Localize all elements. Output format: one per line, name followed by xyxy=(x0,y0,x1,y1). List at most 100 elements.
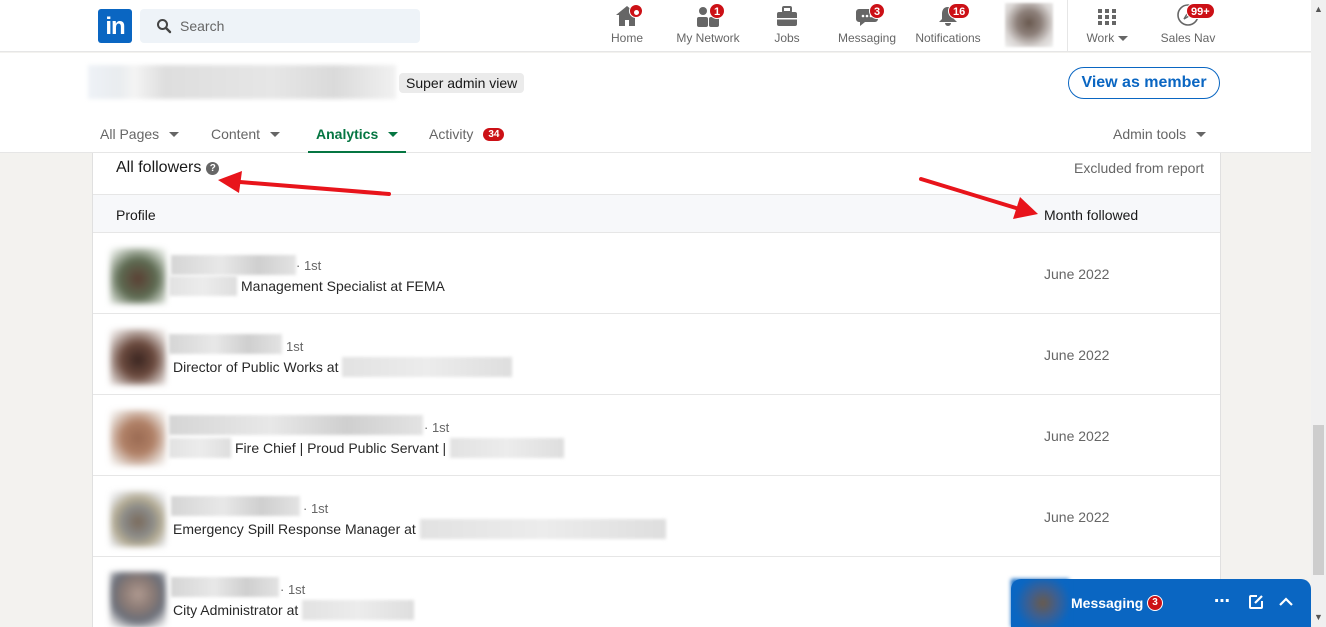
follower-name-redacted[interactable] xyxy=(171,577,279,597)
tab-label: All Pages xyxy=(100,126,160,142)
table-row[interactable]: 1st Director of Public Works at June 202… xyxy=(93,314,1220,395)
global-nav: in Search Home 1 My Network Jobs 3 Messa… xyxy=(0,0,1311,52)
nav-label: Home xyxy=(610,31,643,45)
nav-label: Notifications xyxy=(915,31,981,45)
grid-icon xyxy=(1096,5,1118,30)
messaging-avatar xyxy=(1011,579,1069,627)
scroll-down-arrow-icon[interactable]: ▼ xyxy=(1314,612,1323,622)
connection-degree: · 1st xyxy=(280,582,306,597)
follower-headline: Director of Public Works at xyxy=(173,357,513,377)
follower-name-redacted[interactable] xyxy=(169,415,423,435)
connection-degree: · 1st xyxy=(424,420,450,435)
chevron-up-icon[interactable] xyxy=(1278,594,1294,615)
admin-tools-label: Admin tools xyxy=(1113,126,1187,142)
search-icon xyxy=(156,18,172,39)
messaging-badge: 3 xyxy=(1147,595,1163,611)
nav-label: Messaging xyxy=(837,31,897,45)
help-icon[interactable]: ? xyxy=(206,161,220,175)
sales-nav-badge: 99+ xyxy=(1186,3,1215,19)
connection-degree: · 1st xyxy=(303,501,329,516)
follower-headline: City Administrator at xyxy=(173,600,415,620)
follower-name-redacted[interactable] xyxy=(171,496,300,516)
messaging-overlay[interactable]: Messaging 3 ⋯ xyxy=(1011,579,1311,627)
redacted-text xyxy=(450,438,565,458)
view-as-member-button[interactable]: View as member xyxy=(1068,67,1220,99)
follower-name-redacted[interactable] xyxy=(171,255,296,275)
table-header: Profile Month followed xyxy=(93,194,1220,233)
tab-label: Activity xyxy=(429,126,474,142)
avatar[interactable] xyxy=(110,329,166,385)
avatar[interactable] xyxy=(110,491,166,547)
month-followed: June 2022 xyxy=(1044,509,1110,525)
column-header-month-followed[interactable]: Month followed xyxy=(1044,207,1138,223)
connection-degree: 1st xyxy=(286,339,304,354)
follower-headline: Fire Chief | Proud Public Servant | xyxy=(169,438,565,458)
scroll-up-arrow-icon[interactable]: ▲ xyxy=(1314,4,1323,14)
nav-label: My Network xyxy=(676,31,740,45)
follower-name-redacted[interactable] xyxy=(169,334,282,354)
redacted-text xyxy=(342,357,513,377)
chevron-down-icon xyxy=(1117,36,1128,42)
nav-divider xyxy=(1067,0,1068,52)
table-row[interactable]: · 1st Fire Chief | Proud Public Servant … xyxy=(93,395,1220,476)
me-avatar[interactable] xyxy=(1005,3,1053,47)
nav-home[interactable]: Home xyxy=(603,0,651,52)
tab-label: Content xyxy=(211,126,261,142)
super-admin-badge: Super admin view xyxy=(399,73,525,93)
nav-label: Work xyxy=(1086,31,1115,45)
month-followed: June 2022 xyxy=(1044,347,1110,363)
chevron-down-icon xyxy=(1196,131,1207,137)
page-header: Super admin view View as member All Page… xyxy=(0,53,1311,153)
avatar[interactable] xyxy=(110,410,166,466)
network-badge: 1 xyxy=(709,3,726,19)
search-input[interactable]: Search xyxy=(140,9,420,43)
connection-degree: · 1st xyxy=(296,258,322,273)
organization-name-redacted xyxy=(88,65,396,99)
follower-headline: Management Specialist at FEMA xyxy=(169,276,445,296)
tab-all-pages[interactable]: All Pages xyxy=(100,117,180,151)
tab-activity[interactable]: Activity 34 xyxy=(429,117,505,151)
month-followed: June 2022 xyxy=(1044,428,1110,444)
briefcase-icon xyxy=(775,5,799,30)
activity-badge: 34 xyxy=(483,127,505,141)
admin-tools-dropdown[interactable]: Admin tools xyxy=(1113,117,1207,151)
nav-my-network[interactable]: 1 My Network xyxy=(672,0,744,52)
nav-work[interactable]: Work xyxy=(1080,0,1134,52)
nav-messaging[interactable]: 3 Messaging xyxy=(836,0,898,52)
scrollbar-thumb[interactable] xyxy=(1313,425,1324,575)
excluded-from-report-link[interactable]: Excluded from report xyxy=(1074,160,1204,176)
followers-card: All followers ? Excluded from report Pro… xyxy=(92,153,1221,627)
nav-label: Sales Nav xyxy=(1160,31,1216,45)
nav-notifications[interactable]: 16 Notifications xyxy=(913,0,983,52)
nav-sales-nav[interactable]: 99+ Sales Nav xyxy=(1158,0,1218,52)
more-options-icon[interactable]: ⋯ xyxy=(1214,591,1230,611)
avatar[interactable] xyxy=(110,572,166,627)
table-row[interactable]: · 1st Emergency Spill Response Manager a… xyxy=(93,476,1220,557)
column-header-profile: Profile xyxy=(116,207,156,223)
messaging-badge: 3 xyxy=(869,3,886,19)
nav-jobs[interactable]: Jobs xyxy=(764,0,810,52)
table-row[interactable]: · 1st Management Specialist at FEMA June… xyxy=(93,233,1220,314)
redacted-text xyxy=(302,600,415,620)
chevron-down-icon xyxy=(270,131,281,137)
chevron-down-icon xyxy=(388,131,399,137)
home-dot-badge xyxy=(629,4,643,18)
notifications-badge: 16 xyxy=(948,3,971,19)
redacted-text xyxy=(419,519,666,539)
linkedin-logo[interactable]: in xyxy=(98,9,132,43)
redacted-text xyxy=(169,438,231,458)
follower-headline: Emergency Spill Response Manager at xyxy=(173,519,666,539)
card-title: All followers xyxy=(116,159,202,176)
redacted-text xyxy=(169,276,237,296)
tab-analytics[interactable]: Analytics xyxy=(307,117,407,153)
tab-label: Analytics xyxy=(316,126,379,142)
nav-label: Jobs xyxy=(774,31,800,45)
chevron-down-icon xyxy=(169,131,180,137)
avatar[interactable] xyxy=(110,248,166,304)
tab-content[interactable]: Content xyxy=(211,117,281,151)
page-scrollbar[interactable]: ▲ ▼ xyxy=(1311,0,1326,627)
month-followed: June 2022 xyxy=(1044,266,1110,282)
compose-icon[interactable] xyxy=(1248,594,1264,615)
messaging-label: Messaging xyxy=(1071,595,1144,611)
search-placeholder: Search xyxy=(180,18,225,34)
